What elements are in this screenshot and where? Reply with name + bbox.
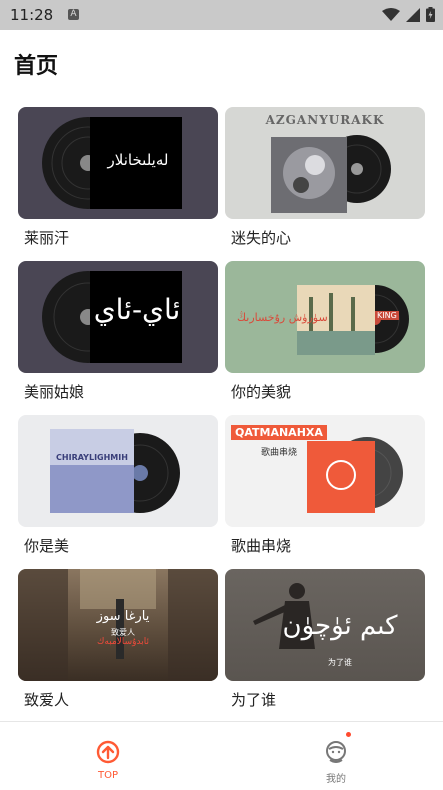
album-title: 美丽姑娘 [24,383,85,401]
signal-icon [406,7,420,22]
cover-title: لەيلىخانلار [107,151,169,169]
cover-title: كىم ئۈچۈن [282,611,398,641]
cover-title: CHIRAYLIGHMIH [56,453,128,462]
vinyl-record-icon [50,429,180,513]
battery-icon [426,7,435,22]
album-card[interactable]: كىم ئۈچۈن 为了谁 为了谁 [225,569,425,719]
cover-title: ئاي-ئاي [93,293,181,326]
cover-title: سۈرۈش رۇخسارىڭ [237,311,328,324]
cover-badge: KING [375,311,399,320]
album-title: 致爱人 [24,691,70,709]
album-cover: سۈرۈش رۇخسارىڭ KING [225,261,425,373]
notification-a-icon: A [68,9,79,20]
nav-label-top: TOP [97,770,118,781]
status-time: 11:28 [10,6,54,24]
album-title: 歌曲串烧 [231,537,292,555]
album-card[interactable]: لەيلىخانلار 莱丽汗 [18,107,218,257]
arrow-up-circle-icon [96,740,120,764]
notification-dot [346,732,351,737]
nav-label-me: 我的 [326,774,346,785]
album-cover: يارغا سوز 致爱人 ئابدۇسالامبەك [18,569,218,681]
cover-subtitle: 歌曲串烧 [261,448,298,458]
nav-tab-top[interactable]: TOP [78,740,138,781]
cover-title: QATMANAHXA [231,425,327,440]
album-card[interactable]: يارغا سوز 致爱人 ئابدۇسالامبەك 致爱人 [18,569,218,719]
album-card[interactable]: سۈرۈش رۇخسارىڭ KING 你的美貌 [225,261,425,411]
nav-tab-me[interactable]: 我的 [306,732,366,785]
album-cover: ئاي-ئاي [18,261,218,373]
album-cover: AZGANYURAKK [225,107,425,219]
album-card[interactable]: ئاي-ئاي 美丽姑娘 [18,261,218,411]
profile-face-icon [326,741,346,763]
album-title: 你是美 [24,537,70,555]
album-cover: لەيلىخانلار [18,107,218,219]
bottom-navigation: TOP 我的 [0,721,443,790]
album-card[interactable]: AZGANYURAKK 迷失的心 [225,107,425,257]
album-card[interactable]: QATMANAHXA 歌曲串烧 歌曲串烧 [225,415,425,565]
album-title: 莱丽汗 [24,229,70,247]
cover-title: AZGANYURAKK [265,113,385,127]
album-cover: CHIRAYLIGHMIH [18,415,218,527]
album-title: 迷失的心 [231,229,292,247]
wifi-icon [382,7,400,21]
street-scene-image [18,569,218,681]
album-cover: QATMANAHXA 歌曲串烧 [225,415,425,527]
status-icons [382,7,435,22]
cover-subtitle-2: ئابدۇسالامبەك [96,637,150,647]
page-title: 首页 [14,54,59,79]
album-cover: كىم ئۈچۈن 为了谁 [225,569,425,681]
album-title: 为了谁 [231,691,277,709]
album-title: 你的美貌 [231,383,292,401]
cover-subtitle: 为了谁 [328,658,352,667]
cover-title: يارغا سوز [96,609,150,624]
album-card[interactable]: CHIRAYLIGHMIH 你是美 [18,415,218,565]
status-bar: 11:28 A [0,0,443,30]
